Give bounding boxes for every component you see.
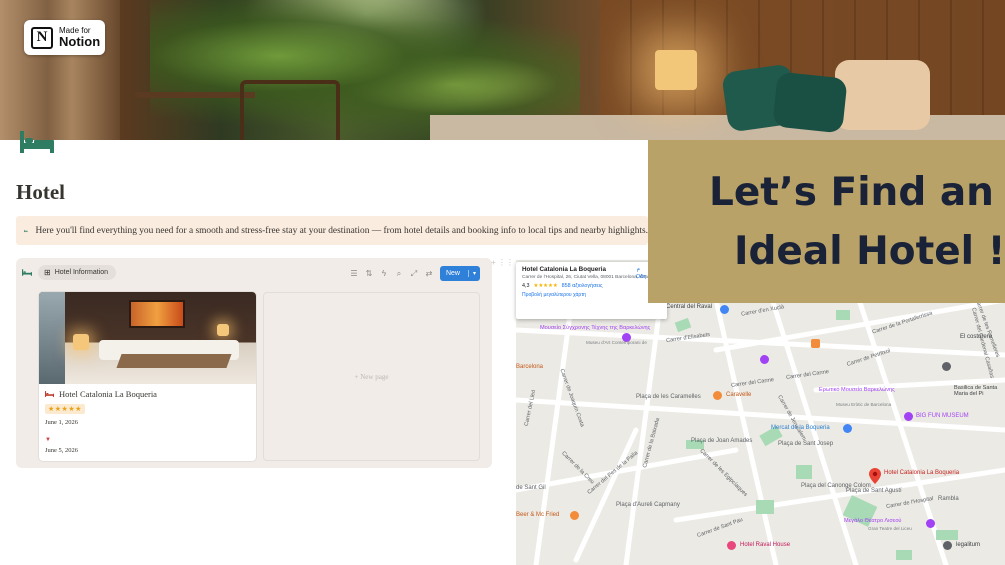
poi-label: Plaça d'Aureli Capmany — [616, 502, 680, 508]
date-end: June 5, 2026 — [45, 447, 79, 454]
bed-icon[interactable] — [20, 131, 54, 153]
poi-label: Central del Raval — [666, 304, 713, 310]
banner-line-1: Let’s Find an — [709, 170, 994, 215]
new-button-label: New — [445, 270, 460, 277]
office-icon[interactable] — [943, 541, 952, 550]
banner-line-2: Ideal Hotel ! — [734, 229, 1005, 274]
transit-icon[interactable] — [720, 305, 729, 314]
poi-label: Hotel Raval House — [740, 542, 791, 548]
chevron-down-icon[interactable]: ▾ — [467, 270, 476, 277]
church-icon[interactable] — [942, 362, 951, 371]
tab-label: Hotel Information — [54, 269, 109, 276]
poi-label: Museu d'Art Contemporani de — [586, 340, 647, 345]
rating-stars: ★★★★★ — [45, 404, 85, 414]
date-start: June 1, 2026 — [45, 419, 79, 426]
museum-icon[interactable] — [760, 355, 769, 364]
theatre-icon[interactable] — [926, 519, 935, 528]
poi-label: Mercat de la Boqueria — [771, 425, 830, 431]
cover-desk — [135, 92, 255, 98]
museum-icon[interactable] — [904, 412, 913, 421]
bed-icon — [22, 269, 32, 276]
drag-handle-icon[interactable]: + ⋮⋮ — [491, 258, 514, 267]
directions-link[interactable]: ↱ Οδη — [636, 268, 646, 280]
poi-label: Μεγάλο Θέατρο Λισεού — [844, 518, 902, 524]
filter-icon[interactable]: ☰ — [350, 269, 358, 278]
tab-hotel-information[interactable]: ⊞ Hotel Information — [38, 265, 117, 280]
callout: Here you'll find everything you need for… — [16, 216, 648, 245]
arrow-down-icon: ▼ — [45, 437, 51, 443]
page-title: Hotel — [16, 180, 65, 204]
poi-label: El costurero — [960, 334, 993, 340]
badge-big-text: Notion — [59, 34, 101, 49]
restaurant-icon[interactable] — [713, 391, 722, 400]
new-button[interactable]: New ▾ — [439, 266, 480, 281]
settings-icon[interactable]: ⇄ — [425, 269, 433, 278]
cover-image — [0, 0, 1005, 140]
expand-icon[interactable]: ⤢ — [410, 269, 418, 279]
poi-label: Basilica de Santa Maria del Pi — [954, 385, 998, 397]
poi-label: Plaça de Sant Agustí — [846, 488, 902, 494]
bed-icon — [45, 391, 54, 397]
poi-label: Caravelle — [726, 392, 752, 398]
poi-label: Plaça de Sant Josep — [778, 441, 834, 447]
cover-pillow — [772, 71, 848, 134]
poi-label: BIG FUN MUSEUM — [916, 413, 969, 419]
market-icon[interactable] — [843, 424, 852, 433]
cover-chair — [240, 80, 340, 140]
gallery-icon: ⊞ — [44, 268, 51, 277]
poi-label: legalitum — [956, 542, 981, 548]
made-for-notion-badge: N Made for Notion — [24, 20, 105, 55]
hotel-icon[interactable] — [727, 541, 736, 550]
reviews-link[interactable]: 858 αξιολογήσεις — [562, 283, 603, 289]
cover-lamp — [655, 50, 697, 90]
poi-label: Rambla — [938, 496, 959, 502]
place-rating: 4,3 — [522, 283, 530, 290]
callout-text: Here you'll find everything you need for… — [35, 225, 649, 236]
poi-label: Ερωτικό Μουσείο Βαρκελώνης — [819, 387, 895, 393]
poi-label: Museu Eròtic de Barcelona — [836, 402, 892, 407]
notion-logo: N — [31, 26, 53, 49]
gallery-card[interactable]: Hotel Catalonia La Boqueria ★★★★★ June 1… — [39, 292, 256, 461]
card-cover-image — [39, 292, 256, 384]
restaurant-icon[interactable] — [570, 511, 579, 520]
poi-label: Barcelona — [516, 364, 544, 370]
poi-label: Beer & Mc Fried — [516, 512, 560, 518]
bed-icon — [24, 229, 28, 232]
view-larger-map-link[interactable]: Προβολή μεγαλύτερου χάρτη — [522, 292, 661, 298]
cover-pillow — [835, 60, 930, 130]
card-title: Hotel Catalonia La Boqueria — [59, 389, 157, 399]
lightning-icon[interactable]: ϟ — [380, 269, 388, 278]
poi-label: Μουσείο Σύγχρονης Τέχνης της Βαρκελώνης — [540, 325, 651, 331]
poi-label: Plaça de les Caramelles — [636, 394, 701, 400]
search-icon[interactable]: ⌕ — [395, 269, 403, 279]
hotel-database: ⊞ Hotel Information ☰ ⇅ ϟ ⌕ ⤢ ⇄ New ▾ Ho… — [16, 258, 492, 468]
shop-icon[interactable] — [811, 339, 820, 348]
poi-label: Gran Teatre del Liceu — [868, 526, 912, 531]
promo-banner: Let’s Find an Ideal Hotel ! — [648, 140, 1005, 303]
poi-label: Plaça de Joan Amades — [691, 438, 753, 444]
hotel-location-pin-icon[interactable] — [869, 468, 881, 484]
poi-label: de Sant Gil — [516, 485, 546, 491]
poi-label: Hotel Catalonia La Boqueria — [884, 470, 960, 476]
rating-stars: ★★★★★ — [533, 283, 558, 290]
sort-icon[interactable]: ⇅ — [365, 269, 373, 278]
new-page-button[interactable]: + New page — [263, 292, 480, 461]
